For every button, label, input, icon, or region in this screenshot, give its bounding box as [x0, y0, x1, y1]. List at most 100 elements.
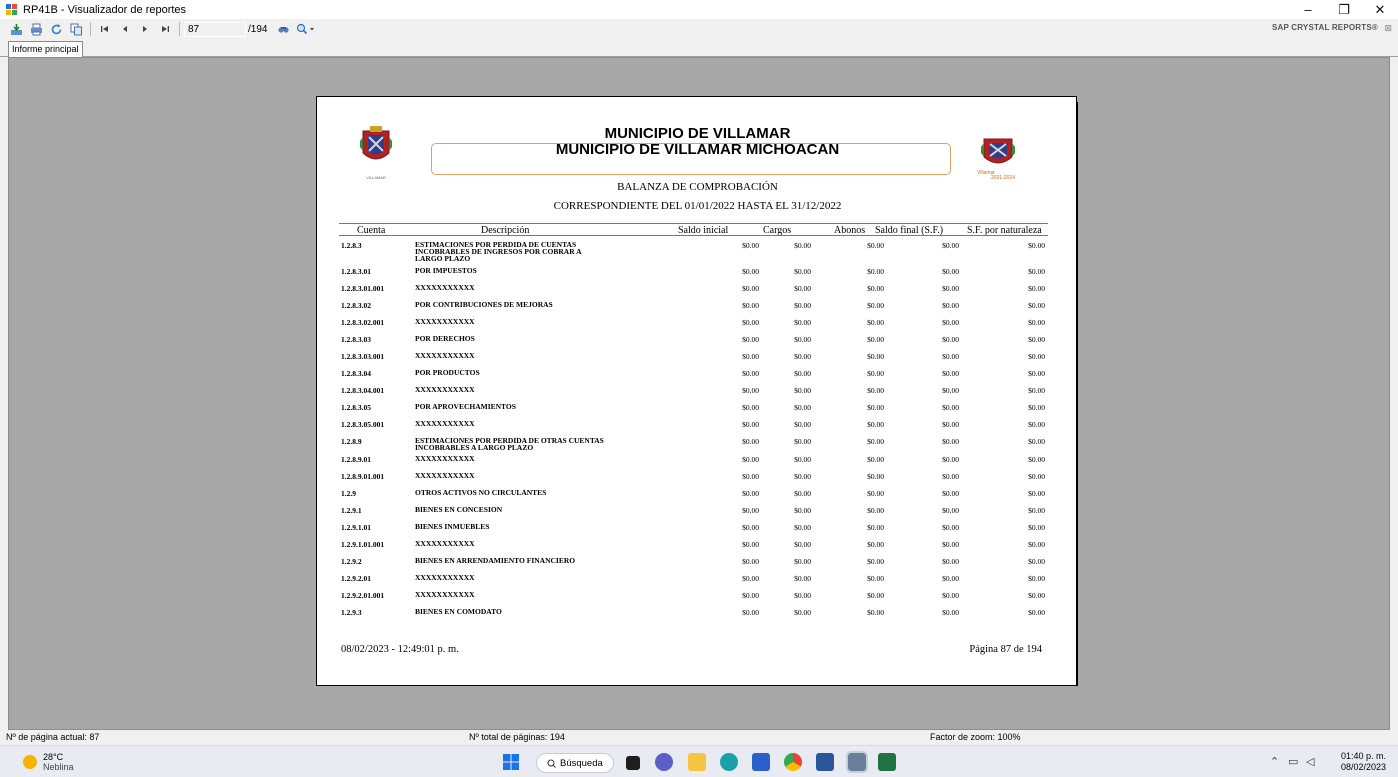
cell-cargos: $0.00: [794, 318, 811, 327]
edge-browser-icon[interactable]: [720, 753, 738, 771]
cell-saldo-inicial: $0.00: [742, 472, 759, 481]
cell-abonos: $0.00: [867, 386, 884, 395]
cell-saldo-final: $0.00: [942, 318, 959, 327]
cell-saldo-inicial: $0.00: [742, 506, 759, 515]
cell-abonos: $0.00: [867, 574, 884, 583]
cell-cuenta: 1.2.9.1.01.001: [341, 540, 385, 549]
search-icon: [547, 759, 556, 768]
cell-descripcion: BIENES EN COMODATO: [415, 607, 502, 616]
cell-cargos: $0.00: [794, 506, 811, 515]
table-row: 1.2.8.3.04.001 XXXXXXXXXXX $0.00 $0.00 $0.00…: [317, 386, 1078, 402]
cell-sf-naturaleza: $0.00: [1028, 420, 1045, 429]
word-icon[interactable]: [816, 753, 834, 771]
report-toolbar: 87 /194 SAP CRYSTAL REPORTS® ⊠: [0, 19, 1398, 39]
table-row: 1.2.9.2.01 XXXXXXXXXXX $0.00 $0.00 $0.00 $0.0…: [317, 574, 1078, 590]
weather-temperature[interactable]: 28°C: [43, 752, 63, 762]
volume-icon[interactable]: ◁: [1306, 755, 1314, 768]
cell-saldo-inicial: $0.00: [742, 267, 759, 276]
zoom-icon[interactable]: [293, 20, 319, 38]
chat-icon[interactable]: [655, 753, 673, 771]
network-icon[interactable]: ▭: [1288, 755, 1298, 768]
cell-sf-naturaleza: $0.00: [1028, 574, 1045, 583]
report-title-1: MUNICIPIO DE VILLAMAR: [604, 125, 791, 142]
cell-saldo-inicial: $0.00: [742, 455, 759, 464]
windows-start-icon[interactable]: [502, 753, 520, 771]
previous-page-icon[interactable]: [115, 20, 135, 38]
cell-cargos: $0.00: [794, 472, 811, 481]
cell-cargos: $0.00: [794, 335, 811, 344]
cell-descripcion: XXXXXXXXXXX: [415, 590, 475, 599]
export-icon[interactable]: [6, 20, 26, 38]
cell-descripcion: OTROS ACTIVOS NO CIRCULANTES: [415, 488, 547, 497]
cell-cargos: $0.00: [794, 386, 811, 395]
cell-sf-naturaleza: $0.00: [1028, 608, 1045, 617]
cell-sf-naturaleza: $0.00: [1028, 267, 1045, 276]
cell-abonos: $0.00: [867, 318, 884, 327]
file-explorer-icon[interactable]: [688, 753, 706, 771]
cell-saldo-inicial: $0.00: [742, 386, 759, 395]
tray-chevron-icon[interactable]: ⌃: [1270, 755, 1279, 768]
cell-saldo-final: $0.00: [942, 369, 959, 378]
clock-date[interactable]: 08/02/2023: [1341, 762, 1386, 772]
cell-descripcion: POR CONTRIBUCIONES DE MEJORAS: [415, 300, 553, 309]
cell-descripcion: ESTIMACIONES POR PERDIDA DE OTRAS CUENTA…: [415, 436, 604, 452]
excel-icon[interactable]: [878, 753, 896, 771]
taskbar-search[interactable]: Búsqueda: [536, 753, 614, 773]
table-row: 1.2.9.3 BIENES EN COMODATO $0.00 $0.00 $0.00…: [317, 608, 1078, 624]
cell-descripcion: XXXXXXXXXXX: [415, 539, 475, 548]
tab-informe-principal[interactable]: Informe principal: [8, 41, 83, 57]
table-row: 1.2.8.3.03 POR DERECHOS $0.00 $0.00 $0.00 $0.…: [317, 335, 1078, 351]
table-row: 1.2.8.3.01.001 XXXXXXXXXXX $0.00 $0.00 $0.00…: [317, 284, 1078, 300]
cell-abonos: $0.00: [867, 608, 884, 617]
cell-cargos: $0.00: [794, 557, 811, 566]
print-icon[interactable]: [26, 20, 46, 38]
status-current-page: Nº de página actual: 87: [6, 732, 100, 742]
cell-sf-naturaleza: $0.00: [1028, 369, 1045, 378]
first-page-icon[interactable]: [95, 20, 115, 38]
cell-saldo-inicial: $0.00: [742, 301, 759, 310]
last-page-icon[interactable]: [155, 20, 175, 38]
task-view-icon[interactable]: [626, 756, 640, 770]
close-button[interactable]: ✕: [1362, 0, 1398, 19]
refresh-icon[interactable]: [46, 20, 66, 38]
table-row: 1.2.8.9.01.001 XXXXXXXXXXX $0.00 $0.00 $0.00…: [317, 472, 1078, 488]
cell-descripcion: XXXXXXXXXXX: [415, 283, 475, 292]
cell-descripcion: BIENES EN CONCESION: [415, 505, 503, 514]
statusbar: Nº de página actual: 87 Nº total de pági…: [0, 731, 1398, 744]
sap-close-icon[interactable]: ⊠: [1384, 23, 1392, 34]
table-row: 1.2.8.3.01 POR IMPUESTOS $0.00 $0.00 $0.00 $0…: [317, 267, 1078, 283]
chrome-icon[interactable]: [784, 753, 802, 771]
cell-saldo-final: $0.00: [942, 523, 959, 532]
toolbar-separator: [90, 22, 91, 36]
next-page-icon[interactable]: [135, 20, 155, 38]
table-row: 1.2.9.1 BIENES EN CONCESION $0.00 $0.00 $0.0…: [317, 506, 1078, 522]
cell-cargos: $0.00: [794, 301, 811, 310]
page-number-input[interactable]: 87: [184, 21, 246, 37]
weather-sun-icon[interactable]: [23, 755, 37, 769]
cell-abonos: $0.00: [867, 437, 884, 446]
cell-abonos: $0.00: [867, 420, 884, 429]
cell-cuenta: 1.2.9.2.01.001: [341, 591, 385, 600]
cell-cargos: $0.00: [794, 369, 811, 378]
cell-cargos: $0.00: [794, 540, 811, 549]
find-icon[interactable]: [273, 20, 293, 38]
maximize-button[interactable]: ❐: [1326, 0, 1362, 19]
cell-saldo-final: $0.00: [942, 267, 959, 276]
minimize-button[interactable]: –: [1290, 0, 1326, 19]
cell-descripcion: POR PRODUCTOS: [415, 368, 480, 377]
cell-cuenta: 1.2.9.2: [341, 557, 362, 566]
cell-sf-naturaleza: $0.00: [1028, 472, 1045, 481]
cell-saldo-final: $0.00: [942, 420, 959, 429]
copy-icon[interactable]: [66, 20, 86, 38]
cell-cargos: $0.00: [794, 241, 811, 250]
cell-sf-naturaleza: $0.00: [1028, 506, 1045, 515]
cell-cuenta: 1.2.8.3.04: [341, 369, 371, 378]
cell-abonos: $0.00: [867, 369, 884, 378]
store-icon[interactable]: [752, 753, 770, 771]
report-viewer-taskbar-icon[interactable]: [846, 751, 868, 773]
table-row: 1.2.9 OTROS ACTIVOS NO CIRCULANTES $0.00 $0…: [317, 489, 1078, 505]
clock-time[interactable]: 01:40 p. m.: [1341, 751, 1386, 761]
weather-description[interactable]: Neblina: [43, 762, 74, 772]
cell-descripcion: XXXXXXXXXXX: [415, 573, 475, 582]
cell-abonos: $0.00: [867, 557, 884, 566]
